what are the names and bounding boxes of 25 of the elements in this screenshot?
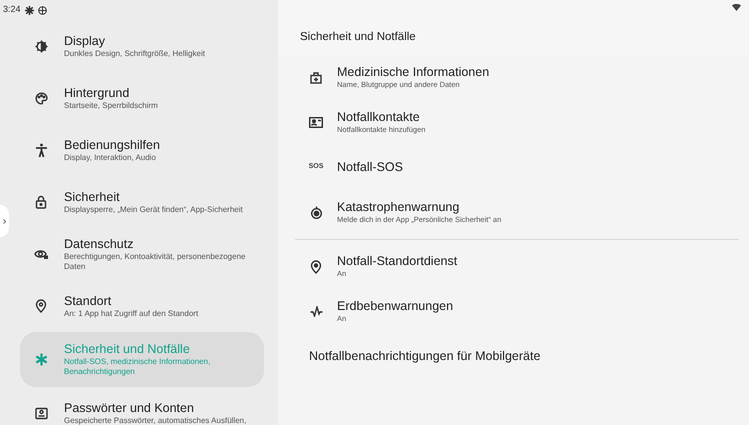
asterisk-icon	[34, 353, 48, 366]
chevron-right-icon	[3, 218, 6, 224]
settings-item[interactable]: Notfallbenachrichtigungen für Mobilgeräte	[278, 334, 749, 379]
sidebar-item[interactable]: Standort An: 1 App hat Zugriff auf den Standort	[20, 280, 264, 332]
lock-icon	[35, 195, 47, 209]
medical-kit-icon	[310, 72, 322, 84]
brightness-icon	[34, 40, 48, 52]
wifi-icon	[732, 4, 741, 11]
location-pin-icon	[310, 260, 322, 274]
sidebar-item[interactable]: Display Dunkles Design, Schriftgröße, Helligkeit	[20, 20, 264, 72]
contact-card-icon	[309, 117, 323, 128]
sidebar-item[interactable]: Hintergrund Startseite, Sperrbildschirm	[20, 72, 264, 124]
accessibility-icon	[34, 142, 48, 158]
sidebar-item[interactable]: Bedienungshilfen Display, Interaktion, Audio	[20, 124, 264, 176]
sidebar-item[interactable]: Datenschutz Berechtigungen, Kontoaktivität, personenbezogene Daten	[20, 228, 264, 280]
privacy-eye-icon	[34, 248, 48, 260]
palette-icon	[34, 92, 48, 104]
status-time: 3:24	[3, 3, 21, 16]
globe-icon	[38, 6, 47, 14]
sidebar-item[interactable]: Sicherheit Displaysperre, „Mein Gerät finden“, App-Sicherheit	[20, 176, 264, 228]
location-pin-icon	[35, 299, 47, 313]
sidebar-item[interactable]: Passwörter und Konten Gespeicherte Passwörter, automatisches Ausfüllen,	[20, 387, 264, 425]
panel-handle[interactable]	[0, 205, 9, 237]
pulse-wave-icon	[310, 306, 322, 317]
badge-icon	[34, 406, 48, 420]
